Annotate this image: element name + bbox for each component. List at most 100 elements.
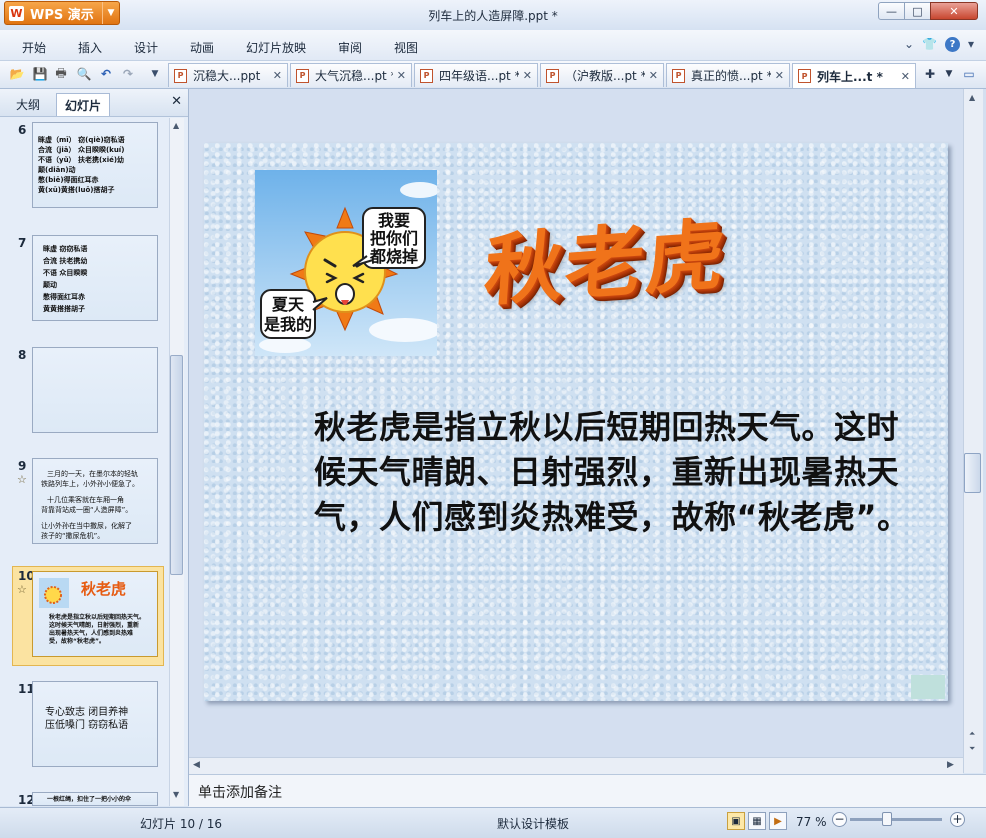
slide-thumbnail-8[interactable] xyxy=(32,347,158,433)
doc-tab[interactable]: P 沉稳大...ppt ✕ xyxy=(168,63,288,87)
slide-thumbnail-12[interactable]: 一根红绳，扣住了一把小小的伞 xyxy=(32,792,158,806)
bubble-line: 我要 xyxy=(378,211,410,230)
doc-tab[interactable]: P 四年级语...pt * ✕ xyxy=(414,63,538,87)
tab-outline[interactable]: 大纲 xyxy=(8,93,48,115)
close-tab-icon[interactable]: ✕ xyxy=(273,69,282,82)
open-icon[interactable]: 📂 xyxy=(9,66,25,82)
menu-slideshow[interactable]: 幻灯片放映 xyxy=(246,39,306,56)
menu-start[interactable]: 开始 xyxy=(22,39,46,56)
menu-review[interactable]: 审阅 xyxy=(338,39,362,56)
close-tab-icon[interactable]: ✕ xyxy=(523,69,532,82)
scroll-left-icon[interactable]: ◀ xyxy=(193,760,200,770)
thumb-line: 一根红绳，扣住了一把小小的伞 xyxy=(47,796,132,803)
slide-title-wordart[interactable]: 秋老虎 xyxy=(481,193,731,321)
thumb-line: 憋(biē)得面红耳赤 xyxy=(38,176,99,184)
scroll-down-icon[interactable]: ▼ xyxy=(173,790,179,799)
save-icon[interactable]: 💾 xyxy=(32,66,48,82)
slide-thumbnail-10[interactable]: 秋老虎 秋老虎是指立秋以后短期回热天气。 这时候天气晴朗，日射强烈，重新 出现暑… xyxy=(32,571,158,657)
tab-slides[interactable]: 幻灯片 xyxy=(56,93,111,116)
vertical-scroll-thumb[interactable] xyxy=(964,453,981,493)
thumb-line: 这时候天气晴朗，日射强烈，重新 xyxy=(49,622,140,629)
next-slide-icon[interactable]: ⏷ xyxy=(969,744,975,754)
slide-number: 8 xyxy=(18,348,27,362)
zoom-level[interactable]: 77 % xyxy=(796,815,827,829)
menu-bar: 开始 插入 设计 动画 幻灯片放映 审阅 视图 ⌄ 👕 ? ▾ xyxy=(0,30,986,61)
slide-thumbnail-9[interactable]: 三月的一天，在墨尔本的轻轨 铁路列车上，小外孙小便急了。 十几位乘客就在车厢一角… xyxy=(32,458,158,544)
notes-placeholder[interactable]: 单击添加备注 xyxy=(198,782,282,802)
thumb-line: 不语（yǔ） 扶老携(xié)幼 xyxy=(38,156,125,164)
ppt-file-icon: P xyxy=(546,68,559,83)
skin-icon[interactable]: 👕 xyxy=(922,37,937,52)
window-list-icon[interactable]: ▭ xyxy=(961,66,977,82)
prev-slide-icon[interactable]: ⏶ xyxy=(969,729,975,739)
print-preview-icon[interactable]: 🔍 xyxy=(76,66,92,82)
thumb-line: 专心致志 闭目养神 xyxy=(45,707,129,718)
design-template-label[interactable]: 默认设计模板 xyxy=(497,815,569,832)
close-tab-icon[interactable]: ✕ xyxy=(649,69,658,82)
close-panel-icon[interactable]: ✕ xyxy=(171,94,182,109)
thumb-line: 十几位乘客就在车厢一角 xyxy=(47,496,124,504)
thumb-line: 孩子的“撒尿危机”。 xyxy=(41,532,105,540)
scroll-up-icon[interactable]: ▲ xyxy=(969,93,975,102)
slide-corner-decoration xyxy=(911,675,945,699)
chevron-down-icon[interactable]: ▼ xyxy=(941,66,957,82)
slide-counter: 幻灯片 10 / 16 xyxy=(140,817,223,831)
animation-star-icon: ☆ xyxy=(17,473,27,486)
slideshow-icon[interactable]: ▶ xyxy=(769,812,787,830)
zoom-in-button[interactable]: + xyxy=(950,812,965,827)
menu-design[interactable]: 设计 xyxy=(134,39,158,56)
slide-number: 7 xyxy=(18,236,27,250)
slide-body-text[interactable]: 秋老虎是指立秋以后短期回热天气。这时候天气晴朗、日射强烈，重新出现暑热天气，人们… xyxy=(314,405,914,540)
close-tab-icon[interactable]: ✕ xyxy=(397,69,406,82)
menu-view[interactable]: 视图 xyxy=(394,39,418,56)
minimize-button[interactable]: — xyxy=(878,2,905,20)
slide-vertical-scrollbar[interactable]: ▲ ⏶ ⏷ xyxy=(963,89,983,773)
close-tab-icon[interactable]: ✕ xyxy=(901,70,910,83)
sun-cartoon-image[interactable]: 我要 把你们 都烧掉 夏天 是我的 xyxy=(255,170,437,356)
bubble-line: 夏天 xyxy=(271,295,305,314)
thumb-title: 秋老虎 xyxy=(81,580,127,598)
maximize-button[interactable]: □ xyxy=(904,2,931,20)
menu-insert[interactable]: 插入 xyxy=(78,39,102,56)
scroll-up-icon[interactable]: ▲ xyxy=(173,121,179,130)
doc-tab[interactable]: P 大气沉稳...pt * ✕ xyxy=(290,63,412,87)
thumb-line: 不语 众目睽睽 xyxy=(43,269,88,277)
collapse-ribbon-icon[interactable]: ⌄ xyxy=(904,37,914,52)
doc-tab[interactable]: P 真正的愤...pt * ✕ xyxy=(666,63,790,87)
slide-thumbnail-7[interactable]: 眯虚 窃窃私语 合流 扶老携幼 不语 众目睽睽 颠动 憋得面红耳赤 黄黄搭搭胡子 xyxy=(32,235,158,321)
thumb-line: 颠动 xyxy=(43,281,57,289)
new-tab-icon[interactable]: ✚ xyxy=(922,66,938,82)
zoom-out-button[interactable]: − xyxy=(832,812,847,827)
window-title: 列车上的人造屏障.ppt * xyxy=(428,9,558,23)
zoom-slider-track[interactable] xyxy=(850,818,942,821)
close-button[interactable]: ✕ xyxy=(930,2,978,20)
undo-icon[interactable]: ↶ xyxy=(98,66,114,82)
slide-sorter-icon[interactable]: ▦ xyxy=(748,812,766,830)
bubble-line: 都烧掉 xyxy=(369,247,418,266)
animation-star-icon: ☆ xyxy=(17,583,27,596)
scroll-right-icon[interactable]: ▶ xyxy=(947,760,954,770)
notes-pane[interactable]: 单击添加备注 xyxy=(189,774,986,808)
print-icon[interactable]: 🖶 xyxy=(53,66,69,82)
panel-scroll-thumb[interactable] xyxy=(170,355,183,575)
thumb-line: 黄黄搭搭胡子 xyxy=(43,305,85,313)
thumb-line: 三月的一天，在墨尔本的轻轨 xyxy=(47,470,138,478)
slide-horizontal-scrollbar[interactable]: ◀ ▶ xyxy=(189,757,963,775)
slide-thumbnail-11[interactable]: 专心致志 闭目养神 压低嗓门 窃窃私语 xyxy=(32,681,158,767)
help-icon[interactable]: ? xyxy=(944,37,960,52)
thumb-line: 合流 扶老携幼 xyxy=(43,257,88,265)
customize-toolbar-icon[interactable]: ▼ xyxy=(147,66,163,82)
title-bar: W WPS 演示 ▼ 列车上的人造屏障.ppt * — □ ✕ xyxy=(0,0,986,31)
ppt-file-icon: P xyxy=(296,68,309,83)
doc-tab-active[interactable]: P 列车上...t * ✕ xyxy=(792,63,916,88)
normal-view-icon[interactable]: ▣ xyxy=(727,812,745,830)
doc-tab[interactable]: P （沪教版...pt * ✕ xyxy=(540,63,664,87)
redo-icon[interactable]: ↷ xyxy=(120,66,136,82)
menu-animation[interactable]: 动画 xyxy=(190,39,214,56)
zoom-slider-thumb[interactable] xyxy=(882,812,892,826)
close-tab-icon[interactable]: ✕ xyxy=(775,69,784,82)
slide-thumbnail-6[interactable]: 眯虚（mī） 窃(qiè)窃私语 合流（jiā） 众目睽睽(kuí) 不语（yǔ… xyxy=(32,122,158,208)
chevron-down-icon[interactable]: ▾ xyxy=(968,37,974,52)
quick-access-toolbar: 📂 💾 🖶 🔍 ↶ ↷ ▼ P 沉稳大...ppt ✕ P 大气沉稳...pt *… xyxy=(0,61,986,89)
current-slide[interactable]: 我要 把你们 都烧掉 夏天 是我的 秋老虎 秋老虎是指立秋以后短期回热天气。这时… xyxy=(204,143,948,701)
